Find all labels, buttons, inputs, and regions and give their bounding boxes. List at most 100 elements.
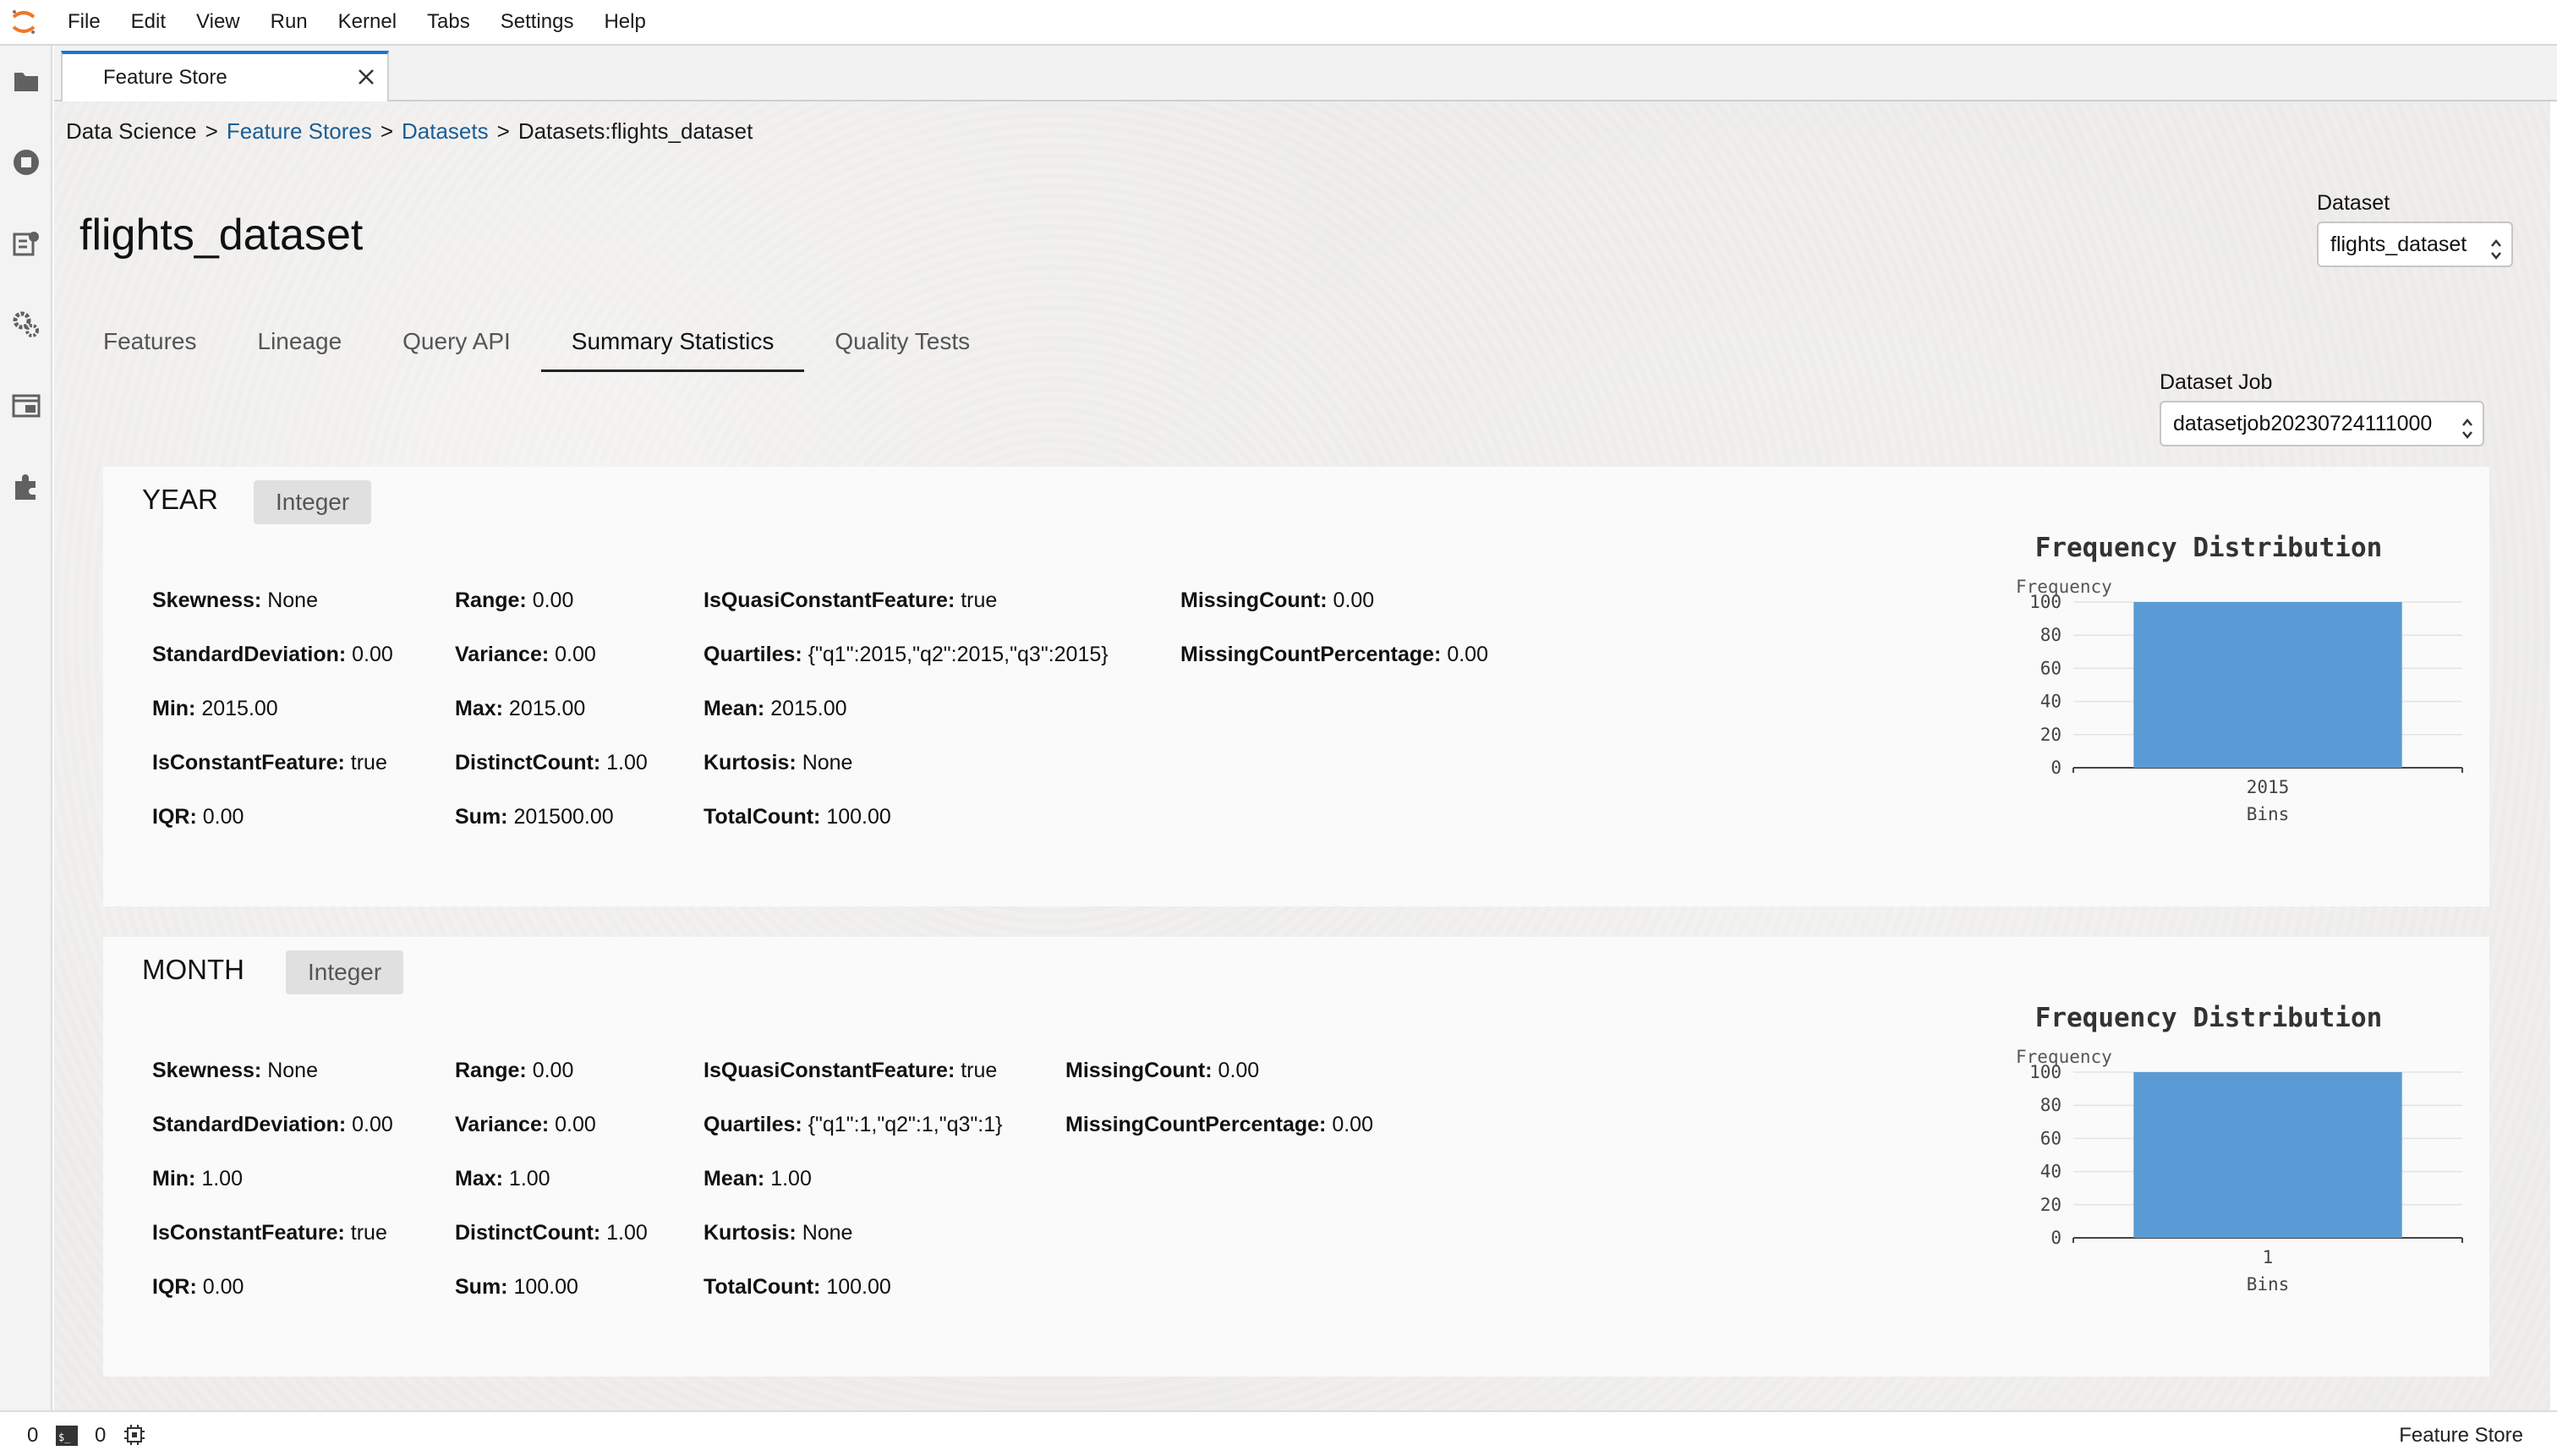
tab-features[interactable]: Features (73, 311, 227, 372)
stat-label: Kurtosis: (704, 1221, 797, 1245)
stat-kurtosis: Kurtosis: None (704, 1221, 852, 1245)
stat-value: 1.00 (201, 1167, 243, 1191)
running-icon[interactable] (8, 144, 45, 181)
feature-type-badge: Integer (254, 480, 372, 524)
stat-value: 0.00 (532, 1059, 574, 1082)
breadcrumb-feature-stores-link[interactable]: Feature Stores (227, 118, 372, 144)
menu-view[interactable]: View (181, 0, 255, 45)
document-tab-bar: Feature Store (54, 46, 2557, 103)
menu-settings[interactable]: Settings (485, 0, 589, 45)
stat-sum: Sum: 201500.00 (455, 805, 614, 829)
stat-standard-deviation: StandardDeviation: 0.00 (152, 1113, 393, 1137)
up-down-arrows-icon (2489, 233, 2503, 260)
stat-label: IsConstantFeature: (152, 1221, 345, 1245)
stat-variance: Variance: 0.00 (455, 1113, 596, 1137)
frequency-histogram: 0 20 40 60 80 100 2015 Bins (2029, 592, 2463, 824)
chart-bar (2133, 602, 2402, 768)
stat-value: 1.00 (606, 751, 648, 775)
feature-card-year: YEAR Integer Skewness: None StandardDevi… (103, 467, 2489, 906)
stat-quartiles: Quartiles: {"q1":1,"q2":1,"q3":1} (704, 1113, 1002, 1137)
stat-mean: Mean: 2015.00 (704, 697, 847, 721)
chart-y-tick-label: 20 (2040, 725, 2061, 745)
menu-kernel[interactable]: Kernel (323, 0, 412, 45)
menu-run[interactable]: Run (255, 0, 323, 45)
stat-label: MissingCount: (1180, 588, 1328, 612)
stat-value: None (802, 751, 853, 775)
chart-y-tick-label: 40 (2040, 692, 2061, 712)
folder-icon[interactable] (8, 63, 45, 100)
stat-distinct-count: DistinctCount: 1.00 (455, 1221, 648, 1245)
tab-summary-statistics[interactable]: Summary Statistics (540, 311, 805, 372)
chart-y-tick-label: 60 (2040, 1128, 2061, 1148)
stat-value: true (961, 1059, 998, 1082)
menu-file[interactable]: File (52, 0, 116, 45)
stat-label: IsQuasiConstantFeature: (704, 588, 955, 612)
stat-label: DistinctCount: (455, 751, 601, 775)
breadcrumb-separator: > (380, 118, 394, 144)
stat-label: Sum: (455, 805, 508, 829)
tab-lineage[interactable]: Lineage (227, 311, 373, 372)
feature-name: MONTH (142, 954, 244, 985)
chart-y-tick-label: 0 (2051, 758, 2061, 778)
close-icon[interactable] (357, 68, 375, 86)
stat-iqr: IQR: 0.00 (152, 805, 244, 829)
stat-label: Range: (455, 588, 527, 612)
dataset-select-label: Dataset (2317, 191, 2390, 215)
stat-value: 1.00 (606, 1221, 648, 1245)
chart-y-tick-label: 0 (2051, 1228, 2061, 1248)
chart-y-tick-label: 40 (2040, 1162, 2061, 1182)
tab-feature-store[interactable]: Feature Store (61, 51, 389, 103)
breadcrumb-datasets-link[interactable]: Datasets (402, 118, 489, 144)
stat-value: 100.00 (513, 1275, 578, 1299)
terminal-icon[interactable]: $_ (56, 1426, 78, 1450)
menu-help[interactable]: Help (589, 0, 660, 45)
feature-type-badge: Integer (286, 950, 404, 994)
settings-icon[interactable] (8, 306, 45, 343)
stat-label: Variance: (455, 1113, 550, 1136)
feature-name: YEAR (142, 484, 218, 515)
window-icon[interactable] (8, 387, 45, 424)
left-sidebar (0, 46, 52, 1410)
stat-label: Mean: (704, 697, 765, 720)
stat-value: 0.00 (555, 1113, 596, 1136)
stat-value: 100.00 (826, 805, 891, 829)
tab-query-api[interactable]: Query API (372, 311, 541, 372)
stat-missing-count-percentage: MissingCountPercentage: 0.00 (1180, 643, 1488, 667)
chart-bar (2133, 1072, 2402, 1238)
jupyter-logo-icon[interactable] (7, 5, 41, 39)
stat-label: Max: (455, 697, 503, 720)
tab-bar: Features Lineage Query API Summary Stati… (73, 311, 1000, 372)
menu-tabs[interactable]: Tabs (412, 0, 485, 45)
stat-label: MissingCount: (1065, 1059, 1213, 1082)
dataset-select[interactable]: flights_dataset (2317, 222, 2513, 267)
chart-y-tick-label: 100 (2029, 1062, 2061, 1082)
stat-value: 201500.00 (513, 805, 614, 829)
up-down-arrows-icon (2461, 413, 2474, 439)
stat-value: 0.00 (555, 643, 596, 666)
breadcrumb-separator: > (496, 118, 510, 144)
dataset-job-select-label: Dataset Job (2160, 370, 2273, 394)
git-icon[interactable] (8, 225, 45, 262)
stat-iqr: IQR: 0.00 (152, 1275, 244, 1300)
stat-value: 0.00 (352, 643, 393, 666)
stat-value: 0.00 (1218, 1059, 1260, 1082)
stat-label: Sum: (455, 1275, 508, 1299)
stat-label: Max: (455, 1167, 503, 1191)
stat-label: Min: (152, 1167, 196, 1191)
dataset-job-select[interactable]: datasetjob20230724111000 (2160, 401, 2484, 446)
stat-value: 2015.00 (201, 697, 278, 720)
stat-value: 1.00 (508, 1167, 550, 1191)
status-bar: 0 $_ 0 Feature Store (0, 1410, 2557, 1456)
stat-label: Mean: (704, 1167, 765, 1191)
tab-quality-tests[interactable]: Quality Tests (804, 311, 1000, 372)
stat-label: StandardDeviation: (152, 643, 347, 666)
stat-label: Skewness: (152, 588, 262, 612)
cpu-icon[interactable] (123, 1424, 145, 1450)
menu-edit[interactable]: Edit (116, 0, 181, 45)
dataset-job-select-value: datasetjob20230724111000 (2173, 412, 2433, 435)
stat-value: 0.00 (1447, 643, 1488, 666)
extension-icon[interactable] (8, 468, 45, 506)
stat-is-quasi-constant-feature: IsQuasiConstantFeature: true (704, 1059, 997, 1083)
tab-label: Feature Store (103, 66, 227, 89)
breadcrumb: Data Science > Feature Stores > Datasets > Dat… (66, 118, 753, 145)
